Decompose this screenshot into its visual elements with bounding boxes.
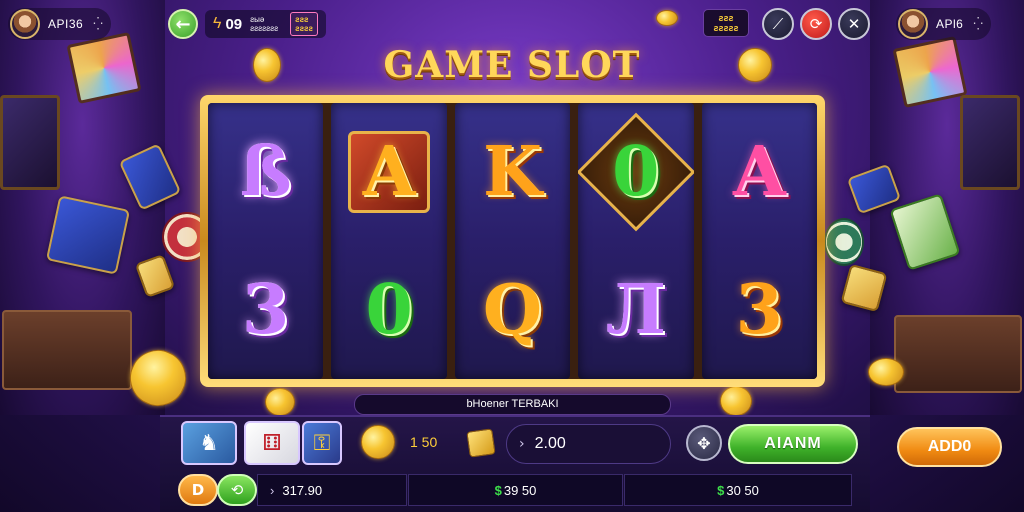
cycle-icon: ✥ xyxy=(697,433,711,453)
more-icon[interactable]: ⁛ xyxy=(973,17,983,31)
add-funds-button[interactable]: ADD0 xyxy=(897,427,1002,467)
casino-chip xyxy=(824,218,864,266)
reel-5: A 3 xyxy=(701,103,818,379)
lightning-icon: ϟ xyxy=(213,15,222,32)
more-icon[interactable]: ⁛ xyxy=(93,17,103,31)
reel-symbol: 0 xyxy=(365,270,413,350)
reels: ß 3 A 0 K Q 0 Л A 3 xyxy=(208,103,818,379)
coin-value: 1 50 xyxy=(410,434,438,450)
gold-coin xyxy=(868,358,904,386)
chevron-right-icon: › xyxy=(270,482,275,498)
characters-icon: ♞ xyxy=(199,430,219,456)
avatar xyxy=(898,9,928,39)
slot-cabinet xyxy=(2,310,132,390)
hud-main-value: 09 xyxy=(225,15,243,33)
game-thumbnail-2[interactable]: ⚅ xyxy=(244,421,300,465)
close-button[interactable]: ✕ xyxy=(838,8,870,40)
reel-4: 0 Л xyxy=(578,103,694,379)
reel-symbol: A xyxy=(732,132,786,212)
reel-symbol: 3 xyxy=(735,270,783,350)
game-title: GAME SLOT xyxy=(383,44,641,86)
player-name: APl6 xyxy=(936,17,964,31)
hud-badge: ƨƨƨ ƨƨƨƨ xyxy=(290,12,318,36)
gold-coin xyxy=(720,386,752,416)
key-icon: ⚿ xyxy=(313,430,331,456)
hud-stats: ϟ 09 ƨыә ƨƨƨƨƨƨƨ ƨƨƨ ƨƨƨƨ xyxy=(205,10,326,38)
stage-light xyxy=(892,36,968,108)
arrow-left-icon: ← xyxy=(175,13,191,35)
chevron-right-icon: › xyxy=(519,436,525,452)
refresh-icon: ⟳ xyxy=(809,15,823,33)
close-icon: ✕ xyxy=(847,15,861,33)
hud-label: ƨыә ƨƨƨƨƨƨƨ xyxy=(250,15,279,33)
back-button[interactable]: ← xyxy=(168,9,198,39)
promo-banner: bHoener TERBAKI xyxy=(354,394,671,415)
reel-symbol: ß xyxy=(239,132,292,212)
repeat-button[interactable]: ⟲ xyxy=(217,474,257,506)
avatar xyxy=(10,9,40,39)
credits-display: ƨƨƨ ƨƨƨƨƨ xyxy=(703,9,749,37)
stat-total: $ 30 50 xyxy=(624,474,852,506)
player-profile-right[interactable]: APl6 ⁛ xyxy=(896,8,991,40)
reel-symbol: A xyxy=(331,103,446,241)
gold-coin xyxy=(738,48,772,82)
reel-symbol: Л xyxy=(605,270,666,350)
option-button[interactable]: D xyxy=(178,474,218,506)
stage-light xyxy=(66,32,142,104)
wall-painting xyxy=(960,95,1020,190)
game-thumbnail-1[interactable]: ♞ xyxy=(181,421,237,465)
refresh-icon: ⟲ xyxy=(230,481,244,499)
gold-coin xyxy=(656,10,678,26)
reel-symbol: 3 xyxy=(242,270,290,350)
player-profile-left[interactable]: API36 ⁛ xyxy=(8,8,111,40)
coin-icon xyxy=(361,425,395,459)
treasure-icon xyxy=(466,428,496,458)
reel-frame: ß 3 A 0 K Q 0 Л A 3 xyxy=(200,95,825,387)
game-thumbnail-3[interactable]: ⚿ xyxy=(302,421,342,465)
player-name: API36 xyxy=(48,17,84,31)
reel-1: ß 3 xyxy=(208,103,324,379)
gold-coin xyxy=(265,388,295,416)
reel-2: A 0 xyxy=(331,103,447,379)
stat-win: $ 39 50 xyxy=(408,474,623,506)
reel-3: K Q xyxy=(454,103,571,379)
bet-input[interactable]: › 2.00 xyxy=(506,424,671,464)
wall-painting xyxy=(0,95,60,190)
reel-symbol: K xyxy=(482,132,543,212)
autoplay-button[interactable]: ✥ xyxy=(686,425,722,461)
spin-button[interactable]: AIANM xyxy=(728,424,858,464)
settings-button[interactable]: ⟳ xyxy=(800,8,832,40)
dice-icon: ⚅ xyxy=(262,430,282,456)
bet-value: 2.00 xyxy=(534,435,566,452)
reel-symbol: 0 xyxy=(578,103,694,241)
stat-balance: › 317.90 xyxy=(257,474,407,506)
gold-coin xyxy=(253,48,281,82)
stats-button[interactable]: ⟋ xyxy=(762,8,794,40)
chart-icon: ⟋ xyxy=(772,15,784,33)
reel-symbol: Q xyxy=(482,270,543,350)
slot-cabinet xyxy=(894,315,1022,393)
